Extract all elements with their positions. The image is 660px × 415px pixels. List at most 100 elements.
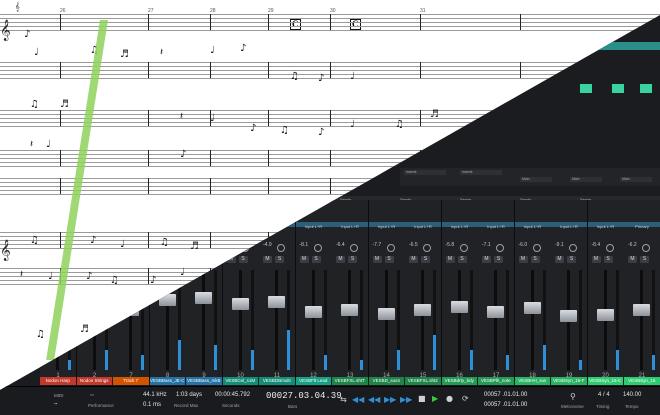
channel-input-label[interactable]: Input L+R <box>516 224 550 229</box>
channel-name-label[interactable]: VESBSyn_16-F <box>551 377 587 385</box>
mute-button[interactable]: M <box>591 256 601 263</box>
bars-value[interactable]: 00027.03.04.39 <box>266 391 342 401</box>
channel-volume-readout[interactable]: -5.8 <box>446 242 455 248</box>
forward-button[interactable]: ▶▶ <box>384 396 396 404</box>
solo-button[interactable]: S <box>275 256 284 263</box>
note-glyph[interactable]: ♫ <box>110 276 119 286</box>
power-icon[interactable] <box>350 244 358 252</box>
note-glyph[interactable]: ♬ <box>430 110 439 120</box>
note-glyph[interactable]: ♪ <box>24 30 30 40</box>
channel-volume-readout[interactable]: -9.1 <box>555 242 564 248</box>
channel-input-label[interactable]: Input L+R <box>589 224 623 229</box>
power-icon[interactable] <box>313 244 322 252</box>
note-glyph[interactable]: ♬ <box>80 325 89 335</box>
note-glyph[interactable]: ♫ <box>395 120 404 130</box>
channel-volume-readout[interactable]: -6.4 <box>336 242 345 248</box>
output-slot[interactable]: Main <box>620 177 652 182</box>
mute-button[interactable]: M <box>299 256 309 263</box>
time-signature[interactable]: 4 / 4 <box>598 392 610 398</box>
stop-button[interactable]: ■ <box>418 395 426 403</box>
note-glyph[interactable]: ♩ <box>180 268 185 278</box>
mute-button[interactable]: M <box>555 256 564 263</box>
loop-end[interactable]: 00057 .01.01.00 <box>484 402 527 408</box>
output-slot[interactable]: Main <box>570 177 602 182</box>
solo-button[interactable]: S <box>603 256 613 263</box>
tempo-value[interactable]: 140.00 <box>623 392 641 398</box>
note-glyph[interactable]: ♩ <box>46 140 51 150</box>
note-glyph[interactable]: ♪ <box>180 150 186 160</box>
channel-name-label[interactable]: Track 7 <box>113 377 149 385</box>
volume-fader[interactable] <box>268 296 285 308</box>
fast-forward-button[interactable]: ▶▶ <box>400 396 412 404</box>
clip-block[interactable] <box>580 84 592 93</box>
solo-button[interactable]: S <box>384 256 394 263</box>
note-glyph[interactable]: ♩ <box>350 72 355 82</box>
power-icon[interactable] <box>642 244 650 252</box>
channel-name-label[interactable]: VESBCel_s1M <box>222 377 258 385</box>
channel-name-label[interactable]: VESBDBmulti <box>259 377 295 385</box>
note-glyph[interactable]: ♫ <box>290 72 299 82</box>
metronome-icon[interactable]: ⚲ <box>570 393 576 401</box>
note-glyph[interactable]: ♫ <box>280 126 289 136</box>
clip-block[interactable] <box>640 84 652 93</box>
mute-button[interactable]: M <box>518 256 528 263</box>
volume-fader[interactable] <box>560 310 577 322</box>
channel-volume-readout[interactable]: -6.0 <box>519 242 528 248</box>
play-button[interactable]: ▶ <box>432 395 438 403</box>
solo-button[interactable]: S <box>348 256 357 263</box>
note-glyph[interactable]: ♩ <box>34 48 39 58</box>
channel-input-label[interactable]: Input L+R <box>297 224 331 229</box>
note-glyph[interactable]: ♩ <box>350 120 355 130</box>
mute-button[interactable]: M <box>482 256 491 263</box>
power-icon[interactable] <box>496 244 504 252</box>
channel-name-label[interactable]: VESBFXL.sht2 <box>405 377 441 385</box>
note-glyph[interactable]: ♩ <box>210 114 215 124</box>
channel-input-label[interactable]: Primary <box>625 224 659 229</box>
channel-input-label[interactable]: Input L+R <box>479 224 513 229</box>
mute-button[interactable]: M <box>336 256 345 263</box>
insert-slot[interactable]: Inserts <box>460 170 502 175</box>
channel-name-label[interactable]: Nodon Strings <box>76 377 112 385</box>
insert-slot[interactable]: Inserts <box>404 170 446 175</box>
note-glyph[interactable]: ♪ <box>318 74 324 84</box>
channel-name-label[interactable]: VESBSyn_16 <box>624 377 660 385</box>
note-glyph[interactable]: ♬ <box>60 100 69 110</box>
power-icon[interactable] <box>386 244 395 252</box>
channel-input-label[interactable]: Input L+R <box>443 224 477 229</box>
power-icon[interactable] <box>423 244 431 252</box>
volume-fader[interactable] <box>633 304 650 316</box>
channel-name-label[interactable]: Nodon Harp <box>40 377 76 385</box>
power-icon[interactable] <box>605 244 614 252</box>
note-glyph[interactable]: 𝄽 <box>20 270 23 280</box>
note-glyph[interactable]: ♪ <box>90 236 96 246</box>
note-glyph[interactable]: 𝄽 <box>30 140 33 150</box>
record-button[interactable]: ● <box>446 395 453 403</box>
volume-fader[interactable] <box>195 292 212 304</box>
power-icon[interactable] <box>569 244 577 252</box>
mute-button[interactable]: M <box>409 256 418 263</box>
channel-volume-readout[interactable]: -8.1 <box>300 242 309 248</box>
note-glyph[interactable]: ♪ <box>86 272 92 282</box>
volume-fader[interactable] <box>523 302 541 314</box>
note-glyph[interactable]: ♬ <box>190 242 199 252</box>
mute-button[interactable]: M <box>372 256 382 263</box>
volume-fader[interactable] <box>304 306 322 318</box>
volume-fader[interactable] <box>487 306 504 318</box>
solo-button[interactable]: S <box>457 256 467 263</box>
solo-button[interactable]: S <box>640 256 649 263</box>
channel-input-label[interactable]: Input L+R <box>552 224 586 229</box>
channel-name-label[interactable]: VESBBass_JE-C <box>149 377 185 385</box>
note-glyph[interactable]: ♩ <box>120 240 125 250</box>
note-glyph[interactable]: ♫ <box>30 236 39 246</box>
solo-button[interactable]: S <box>494 256 503 263</box>
solo-button[interactable]: S <box>421 256 430 263</box>
note-glyph[interactable]: ♪ <box>318 128 324 138</box>
note-glyph[interactable]: 𝄽 <box>160 48 163 58</box>
mute-button[interactable]: M <box>263 256 272 263</box>
solo-button[interactable]: S <box>567 256 576 263</box>
rewind-button[interactable]: ◀◀ <box>352 396 364 404</box>
channel-name-label[interactable]: VESBFlt Lead <box>295 377 331 385</box>
channel-input-label[interactable]: Input L+R <box>370 224 404 229</box>
rewind-start-button[interactable]: ◀◀ <box>368 396 380 404</box>
power-icon[interactable] <box>277 244 285 252</box>
